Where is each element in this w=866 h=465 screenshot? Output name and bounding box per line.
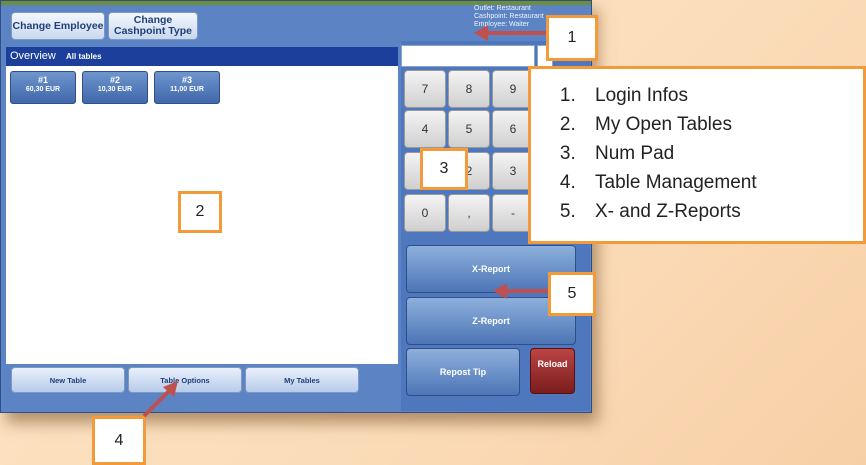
arrow-5-icon xyxy=(493,283,548,299)
table-amount: 11,00 EUR xyxy=(170,86,204,93)
callout-4: 4 xyxy=(92,416,146,465)
overview-filter[interactable]: All tables xyxy=(66,52,102,61)
my-tables-button[interactable]: My Tables xyxy=(245,367,359,393)
overview-header: Overview All tables xyxy=(6,47,398,66)
arrow-1-icon xyxy=(474,25,546,41)
table-tile-1[interactable]: #1 60,30 EUR xyxy=(10,71,76,104)
legend-list: Login Infos My Open Tables Num Pad Table… xyxy=(551,81,863,226)
login-outlet: Outlet: Restaurant xyxy=(474,5,531,12)
table-tile-2[interactable]: #2 10,30 EUR xyxy=(82,71,148,104)
callout-3: 3 xyxy=(420,148,468,190)
callout-5: 5 xyxy=(548,272,596,316)
legend-item: My Open Tables xyxy=(581,110,863,139)
numpad-display[interactable] xyxy=(401,45,535,67)
repost-tip-button[interactable]: Repost Tip xyxy=(406,348,520,396)
table-number: #3 xyxy=(181,75,192,85)
overview-title: Overview xyxy=(10,50,56,62)
legend-item: X- and Z-Reports xyxy=(581,197,863,226)
numpad-key-0[interactable]: 0 xyxy=(404,194,446,232)
legend-item: Table Management xyxy=(581,168,863,197)
numpad-key-8[interactable]: 8 xyxy=(448,70,490,108)
new-table-button[interactable]: New Table xyxy=(11,367,125,393)
callout-2: 2 xyxy=(178,191,222,233)
change-cashpoint-button[interactable]: Change Cashpoint Type xyxy=(108,12,198,40)
table-tile-3[interactable]: #3 11,00 EUR xyxy=(154,71,220,104)
legend-item: Login Infos xyxy=(581,81,863,110)
table-amount: 60,30 EUR xyxy=(25,86,61,93)
numpad-key-comma[interactable]: , xyxy=(448,194,490,232)
numpad-key-7[interactable]: 7 xyxy=(404,70,446,108)
legend-item: Num Pad xyxy=(581,139,863,168)
legend-box: Login Infos My Open Tables Num Pad Table… xyxy=(528,66,866,244)
callout-1: 1 xyxy=(546,15,598,61)
login-cashpoint: Cashpoint: Restaurant xyxy=(474,13,544,20)
arrow-4-icon xyxy=(142,381,178,418)
table-amount: 10,30 EUR xyxy=(97,86,133,93)
numpad-key-4[interactable]: 4 xyxy=(404,110,446,148)
reload-button[interactable]: Reload xyxy=(530,348,575,394)
table-number: #2 xyxy=(109,75,120,85)
numpad-key-5[interactable]: 5 xyxy=(448,110,490,148)
change-employee-button[interactable]: Change Employee xyxy=(11,12,105,40)
table-number: #1 xyxy=(37,75,48,85)
